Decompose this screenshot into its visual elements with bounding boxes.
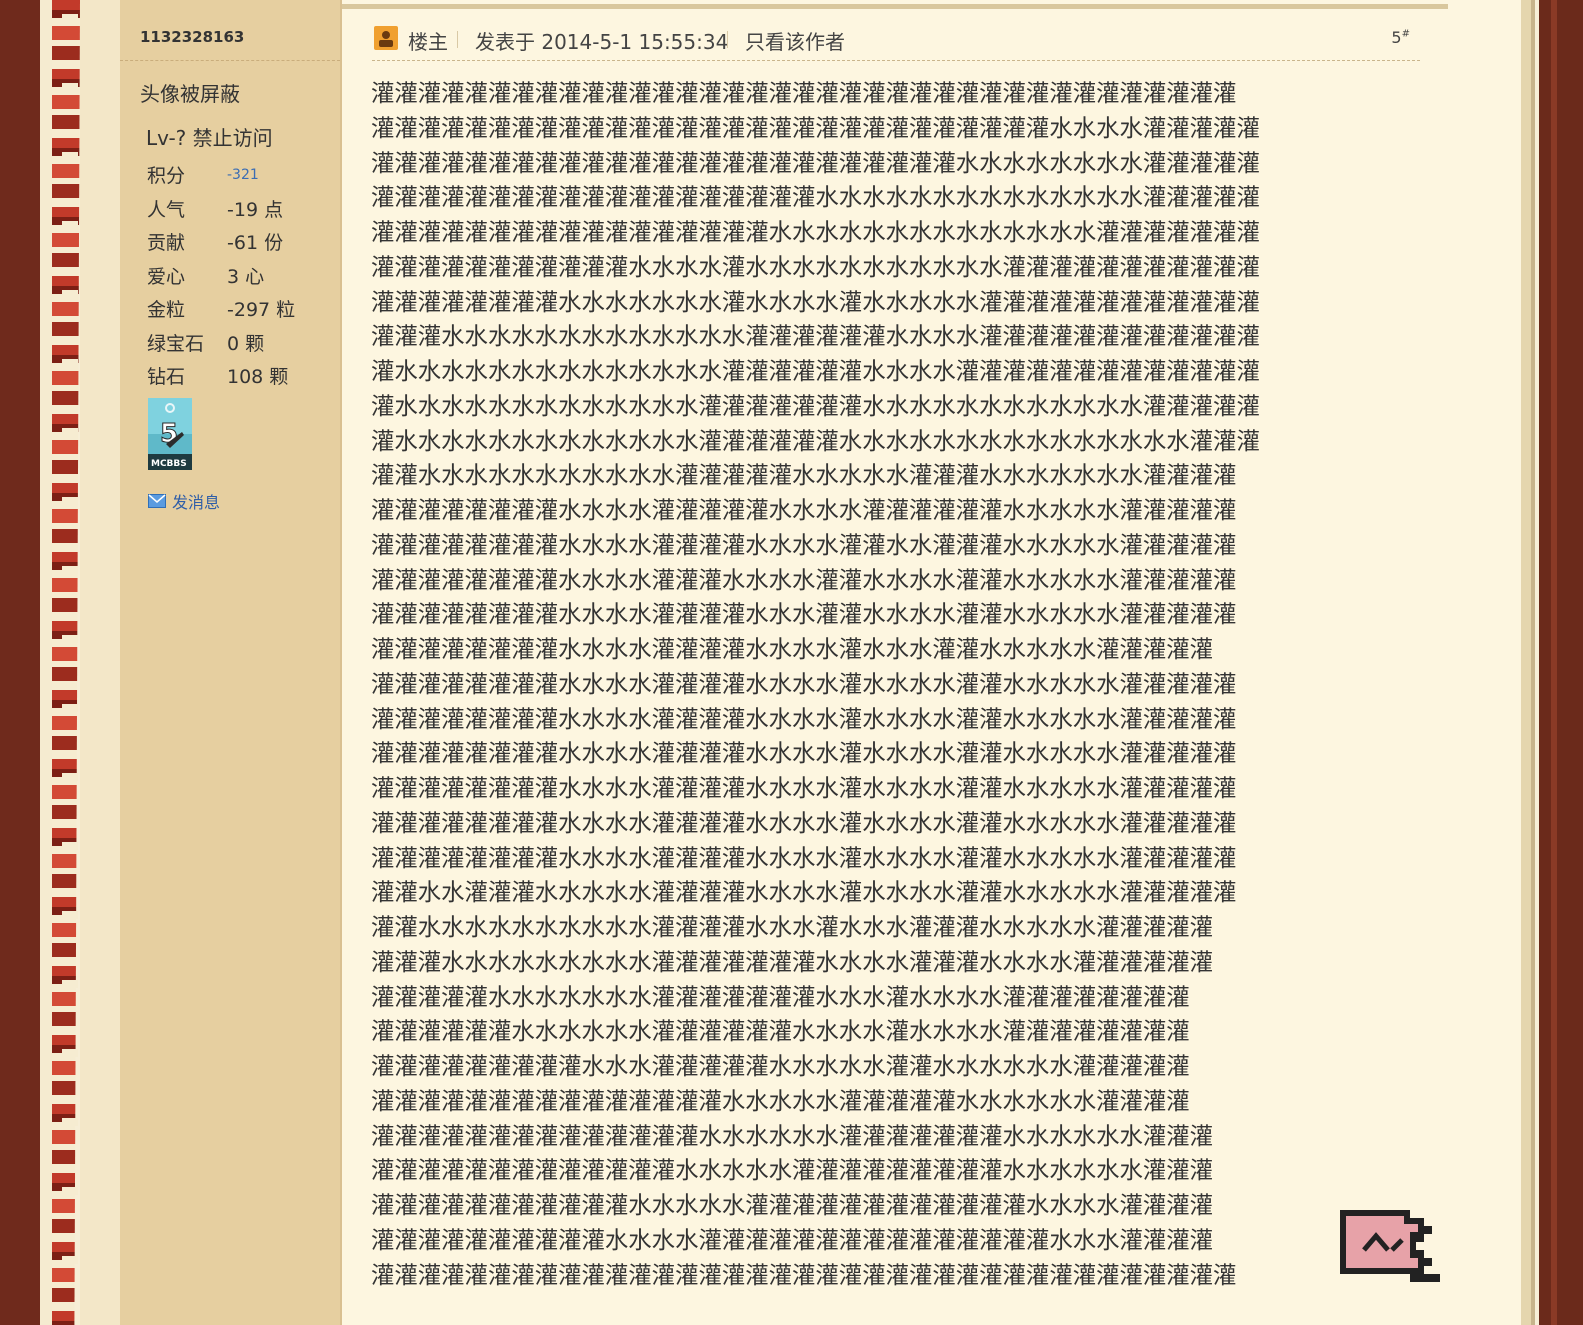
header-separator: [457, 31, 458, 48]
stat-label: 贡献: [147, 232, 186, 255]
post-text-line: 灌灌灌灌灌灌灌灌水水水水水水水灌水水水水灌水水水水水灌灌灌灌灌灌灌灌灌灌灌灌: [371, 287, 1260, 316]
post-text-line: 灌灌灌灌灌灌灌灌灌水水水灌灌灌灌灌水水水水水灌灌水水水水水水灌灌灌灌灌: [371, 1052, 1190, 1080]
stat-label: 积分: [147, 165, 186, 188]
user-badge-icon: [374, 26, 398, 50]
send-message-link[interactable]: 发消息: [148, 489, 220, 513]
author-stat-row: 钻石 108 颗: [147, 359, 295, 393]
post-text-line: 灌灌灌灌灌灌灌灌灌灌灌灌灌灌灌灌灌水水水水水水水水水水水水水水灌灌灌灌灌灌灌: [371, 218, 1260, 246]
post-text-line: 灌灌灌灌灌灌灌灌水水水水灌灌灌灌灌水水水水灌灌灌灌灌灌水水水水水灌灌灌灌灌: [371, 496, 1237, 524]
post-text-line: 灌灌灌灌灌灌灌灌水水水水灌灌灌灌水水水水灌水水水灌灌水水水水水灌灌灌灌灌: [371, 635, 1214, 663]
post-text-line: 灌灌灌灌灌灌灌灌灌灌灌灌灌灌灌水水水水水灌灌灌灌灌水水水水水水灌灌灌灌: [371, 1086, 1190, 1115]
floor-mark: #: [1401, 28, 1410, 40]
author-username[interactable]: 1132328163: [140, 28, 244, 46]
post-text-line: 灌灌水水灌灌灌水水水水水灌灌灌灌水水水水灌水水水水灌灌水水水水水灌灌灌灌灌: [371, 878, 1237, 907]
left-brick-highlight: [62, 0, 78, 1325]
stat-label: 人气: [147, 198, 186, 221]
author-stat-row: 金粒 -297 粒: [147, 292, 295, 326]
stat-value: 3 心: [227, 265, 265, 288]
post-text-line: 灌灌灌灌灌灌灌灌灌灌灌水水水水灌水水水水水水水水水水水灌灌灌灌灌灌灌灌灌灌灌: [371, 252, 1260, 281]
author-stat-row: 绿宝石 0 颗: [147, 326, 295, 360]
author-stat-row: 贡献 -61 份: [147, 225, 295, 259]
only-author-link[interactable]: 只看该作者: [745, 26, 845, 55]
post-text-line: 灌灌灌灌灌灌灌灌灌灌灌灌灌灌灌灌灌灌灌灌灌灌灌灌灌水水水水水水水水灌灌灌灌灌: [371, 148, 1260, 177]
left-decorative-border: [0, 0, 120, 1325]
stat-label: 爱心: [147, 265, 186, 288]
mcbbs-medal-icon[interactable]: 5 MCBBS: [148, 398, 192, 470]
thread-starter-label: 楼主: [408, 30, 448, 54]
floor-number[interactable]: 5#: [1391, 28, 1410, 47]
floor-number-value: 5: [1391, 28, 1402, 47]
post-text-line: 灌灌灌灌灌灌灌灌灌灌灌灌灌灌水水水水水水灌灌灌灌灌灌灌水水水水水水灌灌灌: [371, 1121, 1214, 1150]
svg-text:MCBBS: MCBBS: [151, 459, 187, 469]
author-level: Lv-? 禁止访问: [146, 126, 273, 150]
post-text-line: 灌灌灌灌灌灌灌灌水水水水灌灌灌灌水水水水灌水水水水灌灌水水水水水灌灌灌灌灌: [371, 843, 1237, 872]
right-decorative-border: [1521, 0, 1583, 1325]
post-text-line: 灌灌灌灌灌灌灌灌水水水水灌灌灌灌水水水水灌水水水水灌灌水水水水水灌灌灌灌灌: [371, 808, 1237, 837]
post-text-line: 灌灌灌灌灌灌灌灌水水水水灌灌灌水水水水灌灌水水水水灌灌水水水水水灌灌灌灌灌: [371, 565, 1237, 594]
post-content: 灌灌灌灌灌灌灌灌灌灌灌灌灌灌灌灌灌灌灌灌灌灌灌灌灌灌灌灌灌灌灌灌灌灌灌灌灌 灌灌灌…: [371, 76, 1271, 1292]
post-text-line: 灌灌灌灌灌灌灌灌灌灌灌灌灌灌灌灌灌灌灌灌灌灌灌灌灌灌灌灌灌灌灌灌灌灌灌灌灌: [371, 79, 1237, 107]
post-text-line: 灌灌灌灌灌灌灌灌水水水水灌灌灌灌水水水水灌水水水水灌灌水水水水水灌灌灌灌灌: [371, 774, 1237, 802]
stat-label: 绿宝石: [147, 332, 205, 355]
stat-label: 金粒: [147, 299, 186, 322]
post-text-line: 灌灌灌灌灌灌灌灌灌灌灌水水水水水灌灌灌灌灌灌灌灌灌灌灌灌水水水水灌灌灌灌: [371, 1191, 1214, 1219]
post-text-line: 灌灌灌灌灌灌灌灌灌灌灌灌灌灌灌灌灌灌灌灌灌灌灌灌灌灌灌灌灌灌灌灌灌灌灌灌灌: [371, 1260, 1237, 1289]
post-text-line: 灌灌灌灌灌灌灌灌灌灌灌灌灌灌灌灌灌灌灌灌灌灌灌灌灌灌灌灌灌水水水水灌灌灌灌灌: [371, 113, 1260, 142]
post-date: 发表于 2014-5-1 15:55:34: [475, 30, 729, 54]
post-text-line: 灌水水水水水水水水水水水水水灌灌灌灌灌灌水水水水水水水水水水水水水水水灌灌灌: [371, 426, 1260, 455]
stat-value: -297 粒: [227, 299, 296, 322]
post-text-line: 灌灌灌灌灌灌灌灌灌灌水水水水灌灌灌灌灌灌灌灌灌灌灌灌灌灌灌水水水灌灌灌灌: [371, 1225, 1214, 1254]
post-text-line: 灌水水水水水水水水水水水水水灌灌灌灌灌灌灌水水水水水水水水水水水水灌灌灌灌灌: [371, 391, 1260, 420]
stat-value: 108 颗: [227, 366, 289, 389]
author-stat-row: 人气 -19 点: [147, 192, 295, 226]
sidebar-divider: [120, 60, 340, 61]
post-text-line: 灌灌灌灌灌灌灌灌灌灌灌灌灌灌灌灌灌灌灌水水水水水水水水水水水水水水灌灌灌灌灌: [371, 183, 1260, 212]
author-sidebar: 1132328163 头像被屏蔽 Lv-? 禁止访问 积分 -321 人气 -19 点…: [120, 0, 342, 1325]
send-message-label: 发消息: [172, 493, 221, 512]
mail-icon: [148, 494, 166, 508]
post-text-line: 灌灌灌灌灌灌灌灌水水水水灌灌灌灌水水水水灌水水水水灌灌水水水水水灌灌灌灌灌: [371, 704, 1237, 733]
post-header: 楼主 发表于 2014-5-1 15:55:34 只看该作者 5#: [372, 24, 1420, 61]
post-text-line: 灌灌灌灌灌灌灌灌水水水水灌灌灌灌水水水水灌水水水水灌灌水水水水水灌灌灌灌灌: [371, 669, 1237, 698]
post-text-line: 灌灌灌灌灌水水水水水水水灌灌灌灌灌灌灌水水水灌水水水水灌灌灌灌灌灌灌灌: [371, 982, 1190, 1011]
post-text-line: 灌灌灌灌灌灌灌灌水水水水灌灌灌灌水水水灌灌水水水水灌灌水水水水水灌灌灌灌灌: [371, 600, 1237, 629]
stat-value[interactable]: -321: [227, 167, 259, 183]
post-text-line: 灌灌灌水水水水水水水水水灌灌灌灌灌灌灌水水水水灌灌灌水水水水灌灌灌灌灌灌: [371, 947, 1214, 976]
avatar-blocked-note: 头像被屏蔽: [140, 82, 240, 106]
back-to-top-icon[interactable]: [1340, 1206, 1440, 1282]
stat-label: 钻石: [147, 366, 186, 389]
post-text-line: 灌灌灌灌灌灌水水水水水水灌灌灌灌灌灌水水水水灌水水水水灌灌灌灌灌灌灌灌: [371, 1017, 1190, 1046]
author-stats: 积分 -321 人气 -19 点贡献 -61 份爱心 3 心金粒 -297 粒绿宝石 0 颗钻…: [147, 158, 295, 393]
author-stat-row: 积分 -321: [147, 158, 295, 192]
header-separator: [727, 31, 728, 48]
post-text-line: 灌灌水水水水水水水水水水水灌灌灌灌灌水水水水水灌灌灌水水水水水水水灌灌灌灌: [371, 461, 1237, 490]
post-text-line: 灌灌灌灌灌灌灌灌水水水水灌灌灌灌水水水水灌灌水水灌灌灌水水水水水灌灌灌灌灌: [371, 530, 1237, 559]
stat-value: -61 份: [227, 232, 284, 255]
post-text-line: 灌灌水水水水水水水水水水灌灌灌灌水水水灌水水水灌灌灌水水水水水灌灌灌灌灌: [371, 913, 1214, 941]
author-stat-row: 爱心 3 心: [147, 259, 295, 293]
post-text-line: 灌灌灌灌灌灌灌灌灌灌灌灌灌水水水水水灌灌灌灌灌灌灌灌灌水水水水水水灌灌灌: [371, 1156, 1214, 1185]
stat-value: 0 颗: [227, 332, 265, 355]
post-text-line: 灌灌灌灌灌灌灌灌水水水水灌灌灌灌水水水水灌水水水水灌灌水水水水水灌灌灌灌灌: [371, 739, 1237, 768]
stat-value: -19 点: [227, 198, 284, 221]
post-text-line: 灌灌灌水水水水水水水水水水水水水灌灌灌灌灌灌水水水水灌灌灌灌灌灌灌灌灌灌灌灌: [371, 322, 1260, 351]
post-text-line: 灌水水水水水水水水水水水水水水灌灌灌灌灌灌水水水水灌灌灌灌灌灌灌灌灌灌灌灌灌: [371, 357, 1260, 385]
